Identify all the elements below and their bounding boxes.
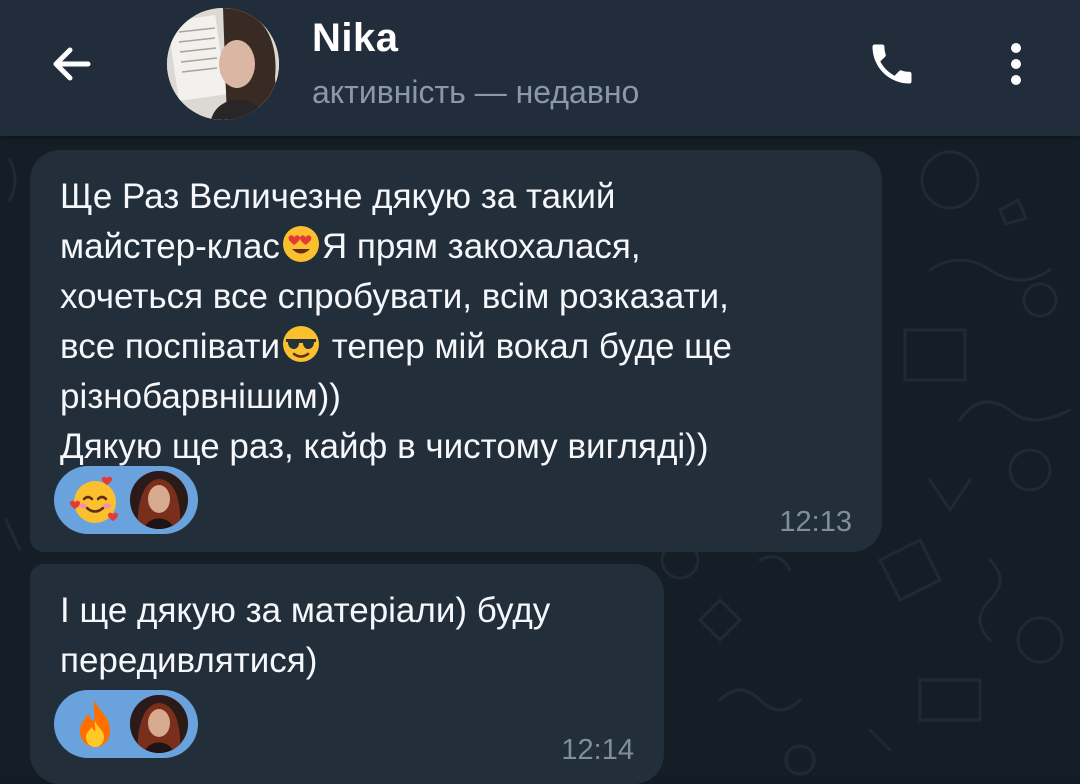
message-line: хочеться все спробувати, всім розказати, xyxy=(60,277,729,316)
message-time: 12:13 xyxy=(779,506,852,538)
contact-status: активність — недавно xyxy=(312,74,640,110)
more-options-button[interactable] xyxy=(994,34,1038,94)
message-text: Ще Раз Величезне дякую за такий майстер-… xyxy=(60,172,732,472)
call-button[interactable] xyxy=(862,34,922,94)
message-line: тепер мій вокал буде ще xyxy=(322,327,733,366)
reaction-chip[interactable] xyxy=(54,466,198,534)
fire-emoji xyxy=(80,701,110,747)
message-line: майстер-клас xyxy=(60,227,280,266)
message-line: Ще Раз Величезне дякую за такий xyxy=(60,177,616,216)
more-vertical-icon xyxy=(1011,43,1021,85)
contact-avatar[interactable] xyxy=(167,8,279,120)
message-line: передивлятися) xyxy=(60,641,318,680)
message-bubble[interactable]: І ще дякую за матеріали) буду передивлят… xyxy=(30,564,664,784)
message-line: І ще дякую за матеріали) буду xyxy=(60,591,551,630)
message-line: все поспівати xyxy=(60,327,281,366)
message-line: Я прям закохалася, xyxy=(321,227,641,266)
reaction-chip[interactable] xyxy=(54,690,198,758)
reactor-avatar-image xyxy=(130,695,188,753)
arrow-left-icon xyxy=(53,47,91,81)
reactor-avatar-image xyxy=(130,471,188,529)
reactor-avatar xyxy=(130,695,188,753)
message-text: І ще дякую за матеріали) буду передивлят… xyxy=(60,586,550,686)
message-line: різнобарвнішим)) xyxy=(60,377,341,416)
message-line: Дякую ще раз, кайф в чистому вигляді)) xyxy=(60,427,709,466)
contact-name[interactable]: Nika xyxy=(312,16,399,61)
phone-icon xyxy=(872,44,912,84)
sunglasses-emoji xyxy=(283,326,320,362)
avatar-image xyxy=(167,8,279,120)
message-time: 12:14 xyxy=(561,734,634,766)
reactor-avatar xyxy=(130,471,188,529)
back-button[interactable] xyxy=(40,32,104,96)
heart-eyes-emoji xyxy=(282,226,319,262)
message-bubble[interactable]: Ще Раз Величезне дякую за такий майстер-… xyxy=(30,150,882,552)
chat-header: Nika активність — недавно xyxy=(0,0,1080,136)
smiling-face-with-hearts-emoji xyxy=(70,476,118,523)
